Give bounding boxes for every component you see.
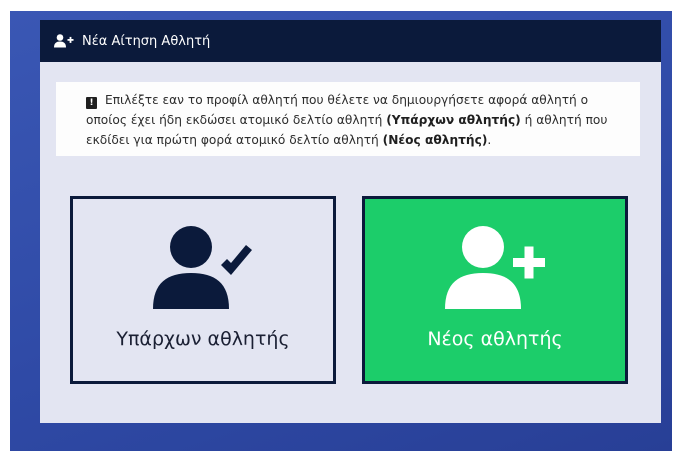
modal-title: Νέα Αίτηση Αθλητή [82,33,211,49]
user-plus-icon [54,34,74,48]
new-athlete-modal: Νέα Αίτηση Αθλητή ! Επιλέξτε εαν το προφί… [40,20,661,423]
info-text-part3: . [487,133,492,147]
user-check-icon [151,225,255,313]
user-plus-icon [443,225,547,313]
info-message: ! Επιλέξτε εαν το προφίλ αθλητή που θέλετ… [56,82,640,156]
existing-athlete-button[interactable]: Υπάρχων αθλητής [70,196,336,384]
exclamation-icon: ! [86,97,97,109]
new-athlete-label: Νέος αθλητής [427,328,563,350]
info-bold-existing: (Υπάρχων αθλητής) [386,113,521,127]
existing-athlete-label: Υπάρχων αθλητής [116,328,290,350]
new-athlete-button[interactable]: Νέος αθλητής [362,196,628,384]
info-bold-new: (Νέος αθλητής) [382,133,488,147]
modal-header: Νέα Αίτηση Αθλητή [40,20,661,62]
